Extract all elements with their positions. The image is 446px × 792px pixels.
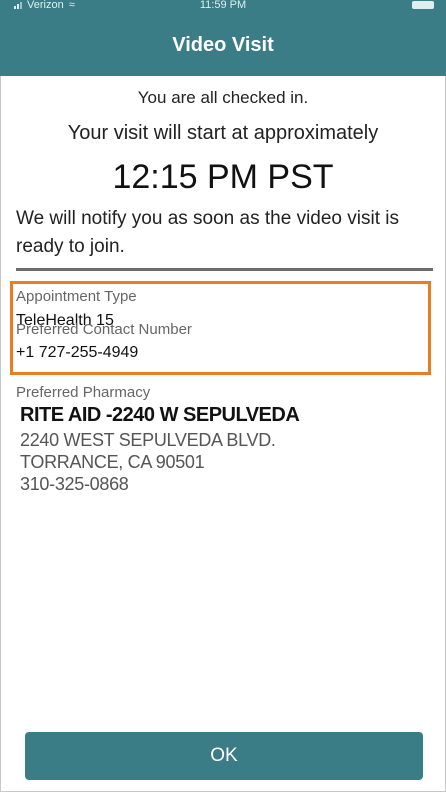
visit-start-time: 12:15 PM PST bbox=[112, 158, 334, 196]
section-divider bbox=[16, 268, 433, 271]
checked-in-message: You are all checked in. bbox=[137, 88, 309, 107]
status-bar: Verizon ≈ 11:59 PM bbox=[0, 0, 446, 14]
appointment-type-label: Appointment Type bbox=[16, 288, 137, 305]
contact-number-value: +1 727-255-4949 bbox=[16, 344, 139, 361]
contact-number-label: Preferred Contact Number bbox=[16, 321, 192, 338]
battery-icon bbox=[412, 1, 434, 9]
pharmacy-address-line1: 2240 WEST SEPULVEDA BLVD. bbox=[20, 430, 276, 450]
header-bar: Video Visit bbox=[0, 14, 446, 76]
pharmacy-name: RITE AID -2240 W SEPULVEDA bbox=[20, 404, 300, 426]
pharmacy-label: Preferred Pharmacy bbox=[16, 384, 151, 401]
status-time: 11:59 PM bbox=[199, 0, 247, 11]
pharmacy-address-line2: TORRANCE, CA 90501 bbox=[20, 452, 205, 472]
pharmacy-phone: 310-325-0868 bbox=[20, 474, 129, 494]
page-title: Video Visit bbox=[172, 33, 274, 56]
notify-message: We will notify you as soon as the video … bbox=[16, 208, 399, 257]
ok-button[interactable]: OK bbox=[25, 732, 423, 780]
visit-start-text: Your visit will start at approximately bbox=[67, 122, 379, 144]
